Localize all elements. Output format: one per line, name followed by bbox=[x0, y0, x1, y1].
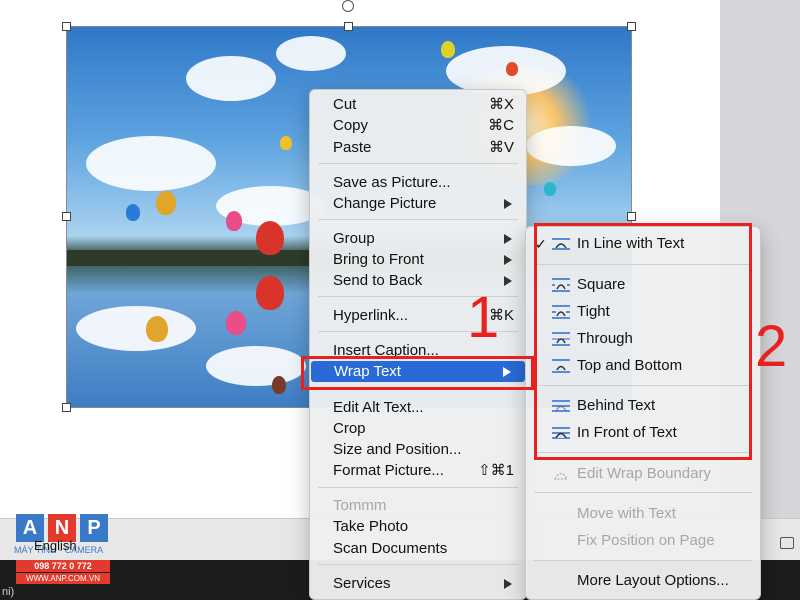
submenu-arrow-icon bbox=[504, 579, 512, 589]
menu-item-label: Crop bbox=[333, 420, 366, 437]
menu-item-label: Tommm bbox=[333, 497, 387, 514]
resize-handle[interactable] bbox=[62, 403, 71, 412]
menu-item-save-as-picture[interactable]: Save as Picture... bbox=[310, 172, 526, 193]
submenu-item-label: Fix Position on Page bbox=[577, 532, 715, 549]
menu-separator bbox=[318, 163, 518, 164]
logo-letter: P bbox=[80, 514, 108, 542]
menu-item-services[interactable]: Services bbox=[310, 573, 526, 594]
menu-item-label: Change Picture bbox=[333, 195, 437, 212]
submenu-item-label: Edit Wrap Boundary bbox=[577, 465, 711, 482]
edit-wrap-boundary-icon bbox=[553, 472, 569, 480]
menu-item-device-header: Tommm bbox=[310, 495, 526, 516]
menu-item-label: Format Picture... bbox=[333, 462, 444, 479]
menu-item-label: Services bbox=[333, 575, 391, 592]
menu-item-label: Scan Documents bbox=[333, 540, 448, 557]
submenu-item-more-layout-options[interactable]: More Layout Options... bbox=[526, 570, 760, 592]
submenu-item-edit-wrap-boundary: Edit Wrap Boundary bbox=[526, 463, 760, 485]
menu-separator bbox=[318, 487, 518, 488]
menu-separator bbox=[318, 564, 518, 565]
submenu-arrow-icon bbox=[504, 199, 512, 209]
resize-handle[interactable] bbox=[627, 22, 636, 31]
menu-item-label: Bring to Front bbox=[333, 251, 424, 268]
annotation-box-wrap-options bbox=[534, 223, 752, 460]
menu-separator bbox=[534, 560, 752, 561]
view-mode-icon[interactable] bbox=[780, 537, 794, 549]
menu-item-scan-documents[interactable]: Scan Documents bbox=[310, 538, 526, 559]
menu-item-label: Copy bbox=[333, 117, 369, 134]
menu-item-label: Save as Picture... bbox=[333, 174, 451, 191]
submenu-item-label: Move with Text bbox=[577, 505, 676, 522]
menu-item-bring-to-front[interactable]: Bring to Front bbox=[310, 249, 526, 270]
submenu-item-fix-position: Fix Position on Page bbox=[526, 530, 760, 552]
resize-handle[interactable] bbox=[344, 22, 353, 31]
menu-separator bbox=[534, 492, 752, 493]
logo-phone: 098 772 0 772 bbox=[16, 560, 110, 572]
annotation-number-2: 2 bbox=[755, 314, 788, 379]
shortcut-label: ⌘X bbox=[488, 96, 514, 113]
menu-item-group[interactable]: Group bbox=[310, 228, 526, 249]
menu-item-label: Take Photo bbox=[333, 518, 409, 535]
shortcut-label: ⌘C bbox=[488, 117, 514, 134]
menu-item-size-and-position[interactable]: Size and Position... bbox=[310, 439, 526, 460]
menu-item-copy[interactable]: Copy ⌘C bbox=[310, 115, 526, 136]
menu-separator bbox=[318, 219, 518, 220]
submenu-arrow-icon bbox=[504, 255, 512, 265]
menu-item-label: Send to Back bbox=[333, 272, 423, 289]
menu-item-label: Group bbox=[333, 230, 375, 247]
resize-handle[interactable] bbox=[62, 22, 71, 31]
menu-item-cut[interactable]: Cut ⌘X bbox=[310, 94, 526, 115]
menu-item-crop[interactable]: Crop bbox=[310, 418, 526, 439]
menu-item-label: Size and Position... bbox=[333, 441, 462, 458]
menu-item-change-picture[interactable]: Change Picture bbox=[310, 193, 526, 214]
submenu-arrow-icon bbox=[504, 276, 512, 286]
language-indicator[interactable]: English bbox=[34, 538, 77, 553]
taskbar-text: ni) bbox=[2, 586, 15, 598]
rotate-handle[interactable] bbox=[342, 0, 354, 12]
resize-handle[interactable] bbox=[627, 212, 636, 221]
submenu-arrow-icon bbox=[504, 234, 512, 244]
menu-item-format-picture[interactable]: Format Picture... ⇧⌘1 bbox=[310, 460, 526, 481]
menu-item-label: Edit Alt Text... bbox=[333, 399, 424, 416]
menu-item-label: Paste bbox=[333, 139, 372, 156]
menu-item-edit-alt-text[interactable]: Edit Alt Text... bbox=[310, 397, 526, 418]
annotation-number-1: 1 bbox=[467, 285, 500, 350]
submenu-item-move-with-text: Move with Text bbox=[526, 503, 760, 525]
logo-website: WWW.ANP.COM.VN bbox=[16, 573, 110, 584]
shortcut-label: ⌘V bbox=[488, 139, 514, 156]
menu-item-take-photo[interactable]: Take Photo bbox=[310, 516, 526, 537]
menu-item-label: Hyperlink... bbox=[333, 307, 409, 324]
annotation-box-wrap-text bbox=[301, 356, 534, 390]
menu-item-label: Cut bbox=[333, 96, 357, 113]
resize-handle[interactable] bbox=[62, 212, 71, 221]
shortcut-label: ⇧⌘1 bbox=[478, 462, 514, 479]
submenu-item-label: More Layout Options... bbox=[577, 572, 729, 589]
menu-item-paste[interactable]: Paste ⌘V bbox=[310, 137, 526, 158]
